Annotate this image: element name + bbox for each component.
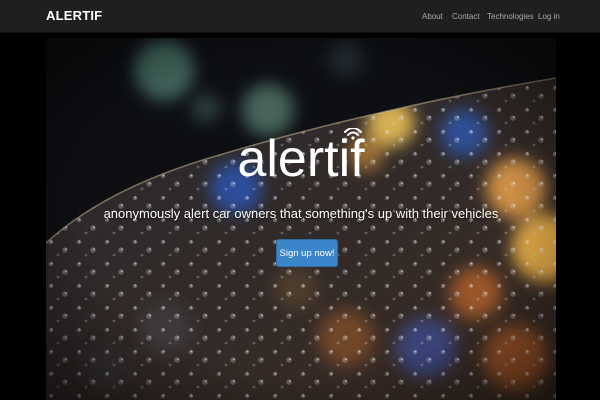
- top-navbar: ALERTIF About Contact Technologies Log i…: [0, 0, 600, 33]
- nav-link-technologies[interactable]: Technologies: [487, 12, 534, 21]
- hero-tagline: anonymously alert car owners that someth…: [103, 206, 499, 221]
- nav-link-login[interactable]: Log in: [538, 12, 560, 21]
- brand-logo[interactable]: ALERTIF: [46, 8, 102, 23]
- alertif-logo: alertif: [237, 128, 365, 188]
- nav-link-about[interactable]: About: [422, 12, 443, 21]
- nav-link-contact[interactable]: Contact: [452, 12, 480, 21]
- logo-text: alertif: [237, 130, 365, 188]
- hero-section: alertif anonymously alert car owners tha…: [46, 38, 556, 400]
- sign-up-button[interactable]: Sign up now!: [276, 239, 338, 267]
